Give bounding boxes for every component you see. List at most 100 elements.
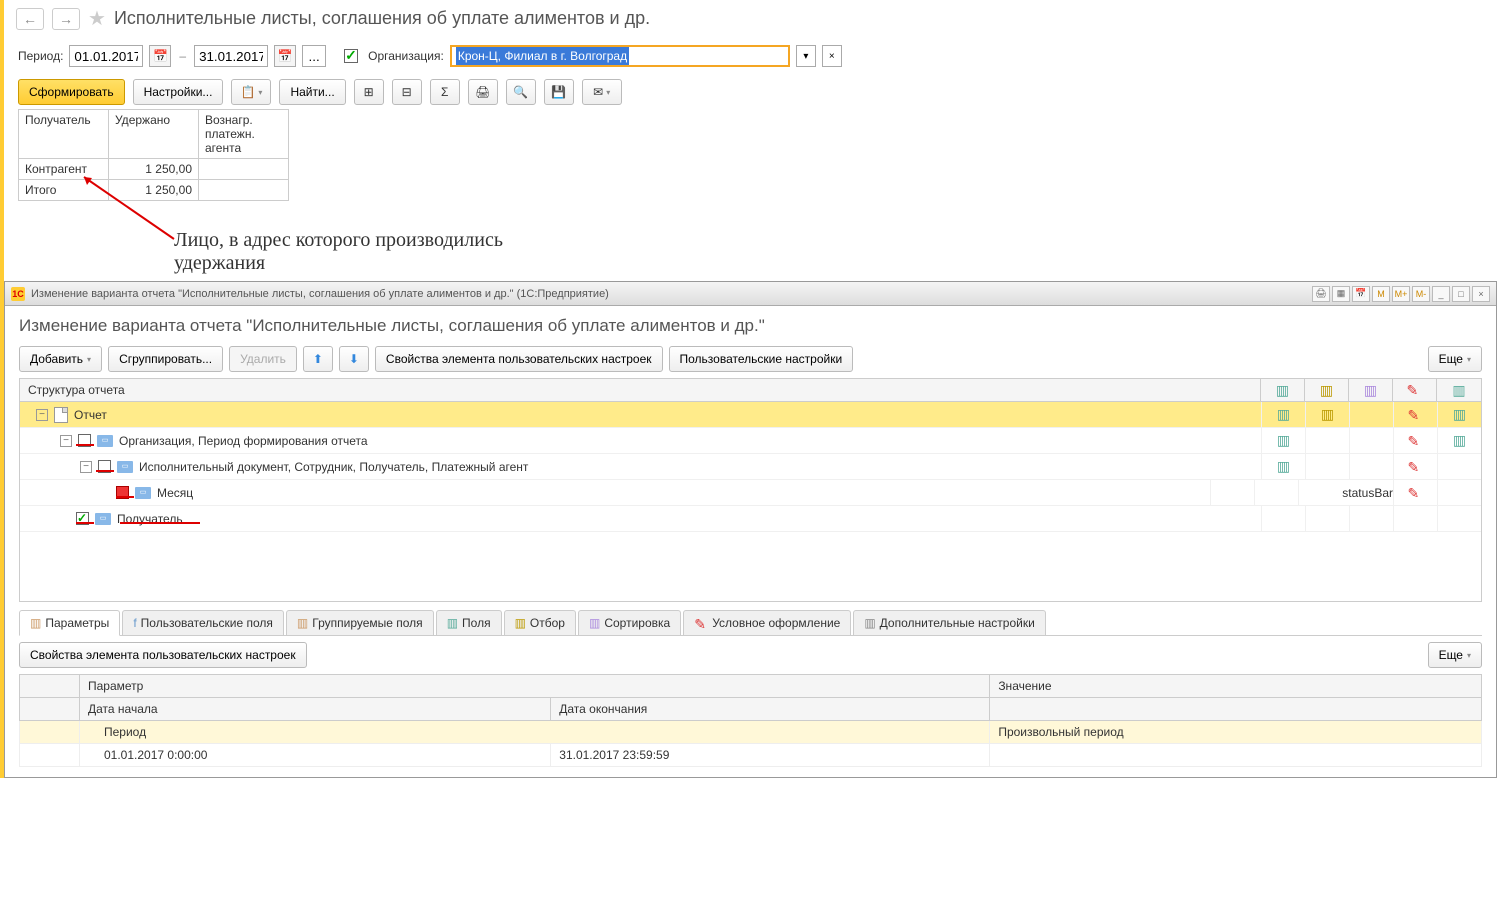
- tab-extra[interactable]: ▥Дополнительные настройки: [853, 610, 1045, 635]
- tree-node-month: Месяц: [157, 486, 193, 500]
- tab-params[interactable]: ▥Параметры: [19, 610, 120, 636]
- col-agent-fee: Вознагр. платежн. агента: [199, 110, 289, 159]
- tree-header-structure: Структура отчета: [20, 379, 1261, 401]
- tree-col-filter-icon[interactable]: ▥: [1305, 379, 1349, 401]
- group-button[interactable]: Сгруппировать...: [108, 346, 223, 372]
- calc-calendar-icon[interactable]: 📅: [1352, 286, 1370, 302]
- row-total-withheld: 1 250,00: [109, 180, 199, 201]
- variants-button[interactable]: 📋: [231, 79, 271, 105]
- org-clear-button[interactable]: ×: [822, 45, 842, 67]
- expand-toggle[interactable]: −: [36, 409, 48, 421]
- tree-col-sort-icon[interactable]: ▥: [1349, 379, 1393, 401]
- col-withheld: Удержано: [109, 110, 199, 159]
- preview-icon[interactable]: 🔍: [506, 79, 536, 105]
- tab-user-fields[interactable]: fПользовательские поля: [122, 610, 284, 635]
- org-dropdown-button[interactable]: ▾: [796, 45, 816, 67]
- group-type-icon: ▭: [117, 461, 133, 473]
- period-label: Период:: [18, 49, 63, 63]
- period-ellipsis-button[interactable]: ...: [302, 45, 326, 67]
- org-checkbox[interactable]: [344, 49, 358, 63]
- sub-title: Изменение варианта отчета "Исполнительны…: [31, 288, 1312, 300]
- print-icon[interactable]: 🖨: [468, 79, 498, 105]
- tree-node-report: Отчет: [74, 408, 107, 422]
- tree-row-month[interactable]: ▭ Месяц statusBar: [20, 480, 1481, 506]
- expand-toggle[interactable]: −: [80, 461, 92, 473]
- params-col-end: Дата окончания: [551, 698, 990, 721]
- collapse-groups-icon[interactable]: ⊟: [392, 79, 422, 105]
- params-row-period[interactable]: Период Произвольный период: [20, 721, 1482, 744]
- structure-toolbar: Добавить ▾ Сгруппировать... Удалить ⬆ ⬇ …: [19, 346, 1482, 372]
- tree-col-fields-icon[interactable]: ▥: [1261, 379, 1305, 401]
- tree-cell-filter[interactable]: ▥: [1305, 402, 1349, 427]
- params-props-button[interactable]: Свойства элемента пользовательских настр…: [19, 642, 307, 668]
- params-col-param: Параметр: [80, 675, 990, 698]
- settings-button[interactable]: Настройки...: [133, 79, 224, 105]
- params-more-button[interactable]: Еще ▾: [1428, 642, 1482, 668]
- move-down-icon[interactable]: ⬇: [339, 346, 369, 372]
- move-up-icon[interactable]: ⬆: [303, 346, 333, 372]
- date-to-input[interactable]: [194, 45, 268, 67]
- row-contractor: Контрагент: [19, 159, 109, 180]
- row-total: Итого: [19, 180, 109, 201]
- tab-fields[interactable]: ▥Поля: [436, 610, 502, 635]
- date-from-input[interactable]: [69, 45, 143, 67]
- back-button[interactable]: ←: [16, 8, 44, 30]
- filter-row: Период: 📅 – 📅 ... Организация: Крон-Ц, Ф…: [4, 37, 1497, 75]
- params-toolbar: Свойства элемента пользовательских настр…: [19, 636, 1482, 674]
- forward-button[interactable]: →: [52, 8, 80, 30]
- form-button[interactable]: Сформировать: [18, 79, 125, 105]
- tree-row-org[interactable]: − ▭ Организация, Период формирования отч…: [20, 428, 1481, 454]
- minimize-button[interactable]: _: [1432, 286, 1450, 302]
- element-props-button[interactable]: Свойства элемента пользовательских настр…: [375, 346, 663, 372]
- params-col-indent: [20, 675, 80, 698]
- close-button[interactable]: ×: [1472, 286, 1490, 302]
- expand-toggle[interactable]: −: [60, 435, 72, 447]
- page-title: Исполнительные листы, соглашения об упла…: [114, 8, 650, 29]
- variant-editor-window: 1C Изменение варианта отчета "Исполнител…: [4, 281, 1497, 778]
- maximize-button[interactable]: □: [1452, 286, 1470, 302]
- tab-cond-format[interactable]: Условное оформление: [683, 610, 851, 635]
- tree-row-recipient[interactable]: ▭ Получатель: [20, 506, 1481, 532]
- org-value: Крон-Ц, Филиал в г. Волгоград: [456, 47, 629, 65]
- tab-sort[interactable]: ▥Сортировка: [578, 610, 681, 635]
- tree-cell-sort[interactable]: [1349, 402, 1393, 427]
- expand-groups-icon[interactable]: ⊞: [354, 79, 384, 105]
- favorite-star-icon[interactable]: ★: [88, 6, 106, 31]
- calc-print-icon[interactable]: 🖨: [1312, 286, 1330, 302]
- tree-cell-condfmt[interactable]: [1393, 402, 1437, 427]
- row-contractor-fee: [199, 159, 289, 180]
- tree-cell-output[interactable]: ▥: [1437, 402, 1481, 427]
- tree-col-output-icon[interactable]: ▥: [1437, 379, 1481, 401]
- tree-node-doc: Исполнительный документ, Сотрудник, Полу…: [139, 460, 528, 474]
- group-type-icon: ▭: [97, 435, 113, 447]
- tree-node-org: Организация, Период формирования отчета: [119, 434, 368, 448]
- org-input[interactable]: Крон-Ц, Филиал в г. Волгоград: [450, 45, 790, 67]
- date-to-calendar-icon[interactable]: 📅: [274, 45, 296, 67]
- more-button[interactable]: Еще ▾: [1428, 346, 1482, 372]
- tree-row-report[interactable]: − Отчет ▥ ▥ ▥: [20, 402, 1481, 428]
- sub-titlebar[interactable]: 1C Изменение варианта отчета "Исполнител…: [5, 282, 1496, 306]
- sum-icon[interactable]: Σ: [430, 79, 460, 105]
- tab-filter[interactable]: ▥Отбор: [504, 610, 576, 635]
- params-table: Параметр Значение Дата начала Дата оконч…: [19, 674, 1482, 767]
- app-logo-1c-icon: 1C: [11, 287, 25, 301]
- calc-m-button[interactable]: M: [1372, 286, 1390, 302]
- row-contractor-withheld: 1 250,00: [109, 159, 199, 180]
- tree-body: − Отчет ▥ ▥ ▥ − ▭: [19, 402, 1482, 602]
- send-icon[interactable]: ✉: [582, 79, 622, 105]
- params-row-dates[interactable]: 01.01.2017 0:00:00 31.01.2017 23:59:59: [20, 744, 1482, 767]
- tree-col-condfmt-icon[interactable]: [1393, 379, 1437, 401]
- calc-mplus-button[interactable]: M+: [1392, 286, 1410, 302]
- delete-button[interactable]: Удалить: [229, 346, 297, 372]
- calc-grid-icon[interactable]: ▦: [1332, 286, 1350, 302]
- save-icon[interactable]: 💾: [544, 79, 574, 105]
- add-button[interactable]: Добавить ▾: [19, 346, 102, 372]
- date-from-calendar-icon[interactable]: 📅: [149, 45, 171, 67]
- tab-group-fields[interactable]: ▥Группируемые поля: [286, 610, 434, 635]
- date-separator: –: [179, 49, 186, 63]
- find-button[interactable]: Найти...: [279, 79, 345, 105]
- tree-cell-fields[interactable]: ▥: [1261, 402, 1305, 427]
- tree-row-doc[interactable]: − ▭ Исполнительный документ, Сотрудник, …: [20, 454, 1481, 480]
- user-settings-button[interactable]: Пользовательские настройки: [669, 346, 854, 372]
- calc-mminus-button[interactable]: M-: [1412, 286, 1430, 302]
